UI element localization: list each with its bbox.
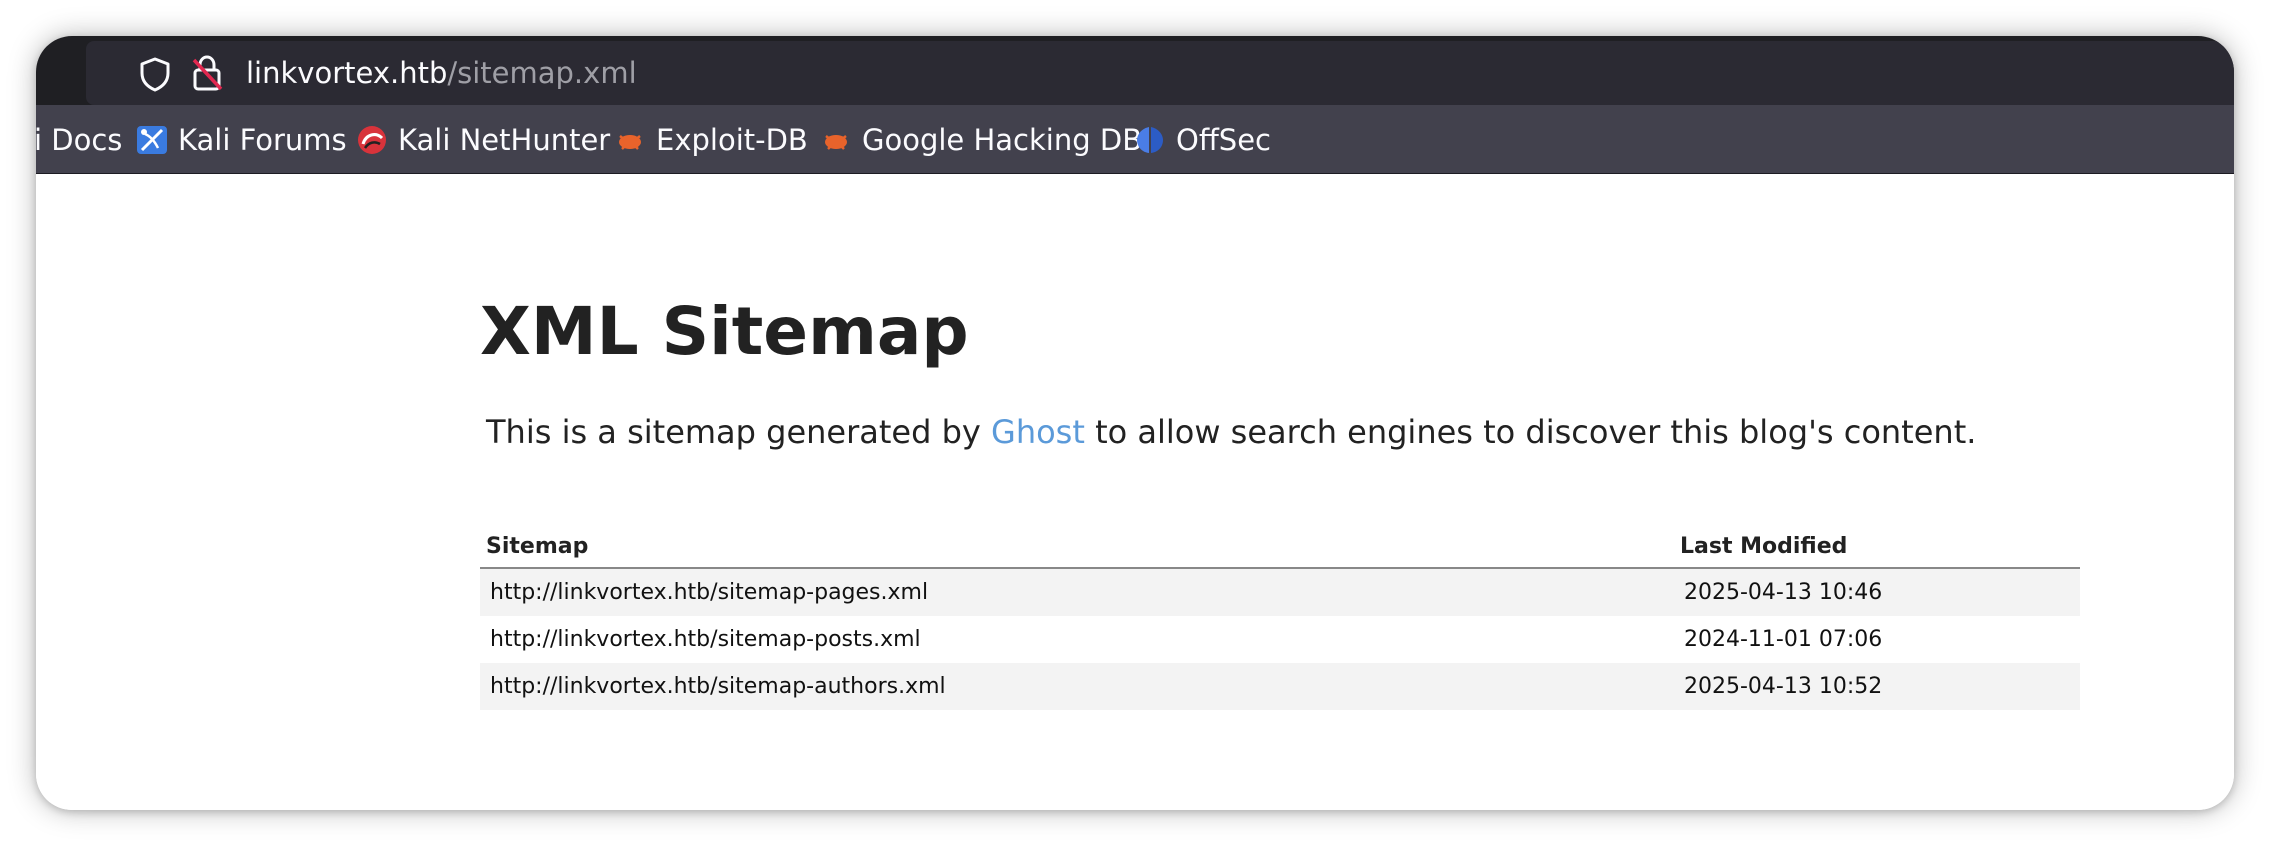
intro-text-before: This is a sitemap generated by bbox=[486, 413, 992, 451]
navigation-toolbar: linkvortex.htb/sitemap.xml bbox=[36, 36, 2234, 105]
bookmark-exploit-db[interactable]: Exploit-DB bbox=[614, 105, 808, 174]
bookmark-kali-forums[interactable]: Kali Forums bbox=[136, 105, 347, 174]
url-host: linkvortex.htb bbox=[246, 56, 448, 90]
table-header-row: Sitemap Last Modified bbox=[480, 527, 2080, 569]
bookmark-label: Kali Forums bbox=[178, 122, 347, 157]
page-title: XML Sitemap bbox=[480, 293, 969, 370]
kali-nethunter-icon bbox=[358, 125, 386, 154]
sitemap-url-cell: http://linkvortex.htb/sitemap-pages.xml bbox=[480, 568, 1674, 616]
last-modified-cell: 2024-11-01 07:06 bbox=[1674, 616, 2080, 663]
bookmark-label: i Docs bbox=[36, 122, 123, 157]
shield-icon[interactable] bbox=[138, 56, 172, 92]
bookmark-label: Google Hacking DB bbox=[862, 122, 1143, 157]
bookmark-offsec[interactable]: OffSec bbox=[1134, 105, 1271, 174]
page-content: XML Sitemap This is a sitemap generated … bbox=[36, 174, 2234, 810]
table-row: http://linkvortex.htb/sitemap-pages.xml … bbox=[480, 568, 2080, 616]
url-text[interactable]: linkvortex.htb/sitemap.xml bbox=[246, 55, 637, 91]
bookmark-google-hacking-db[interactable]: Google Hacking DB bbox=[820, 105, 1142, 174]
bookmark-label: Kali NetHunter bbox=[398, 122, 611, 157]
google-hacking-db-icon bbox=[825, 134, 847, 150]
column-header-sitemap: Sitemap bbox=[480, 527, 1674, 569]
bookmark-label: Exploit-DB bbox=[656, 122, 808, 157]
table-row: http://linkvortex.htb/sitemap-authors.xm… bbox=[480, 663, 2080, 710]
sitemap-link[interactable]: http://linkvortex.htb/sitemap-pages.xml bbox=[490, 580, 928, 605]
sitemap-link[interactable]: http://linkvortex.htb/sitemap-posts.xml bbox=[490, 627, 921, 652]
sitemap-url-cell: http://linkvortex.htb/sitemap-authors.xm… bbox=[480, 663, 1674, 710]
intro-text: This is a sitemap generated by Ghost to … bbox=[486, 412, 1976, 452]
intro-text-after: to allow search engines to discover this… bbox=[1084, 413, 1977, 451]
column-header-last-modified: Last Modified bbox=[1674, 527, 2080, 569]
sitemap-url-cell: http://linkvortex.htb/sitemap-posts.xml bbox=[480, 616, 1674, 663]
offsec-icon bbox=[1137, 126, 1163, 153]
table-row: http://linkvortex.htb/sitemap-posts.xml … bbox=[480, 616, 2080, 663]
bookmark-label: OffSec bbox=[1176, 122, 1272, 157]
exploit-db-icon bbox=[619, 134, 641, 150]
sitemap-table: Sitemap Last Modified http://linkvortex.… bbox=[480, 527, 2080, 710]
insecure-lock-icon[interactable] bbox=[191, 54, 223, 92]
url-bar[interactable]: linkvortex.htb/sitemap.xml bbox=[86, 41, 2234, 105]
browser-window: linkvortex.htb/sitemap.xml i Docs Kali F… bbox=[36, 36, 2234, 810]
sitemap-link[interactable]: http://linkvortex.htb/sitemap-authors.xm… bbox=[490, 674, 946, 699]
bookmark-kali-nethunter[interactable]: Kali NetHunter bbox=[356, 105, 610, 174]
bookmarks-toolbar: i Docs Kali Forums Kali NetHunter Exploi… bbox=[36, 105, 2234, 174]
url-path: /sitemap.xml bbox=[447, 56, 637, 90]
last-modified-cell: 2025-04-13 10:46 bbox=[1674, 568, 2080, 616]
ghost-link[interactable]: Ghost bbox=[991, 413, 1085, 451]
bookmark-kali-docs[interactable]: i Docs bbox=[36, 105, 122, 174]
last-modified-cell: 2025-04-13 10:52 bbox=[1674, 663, 2080, 710]
kali-forums-icon bbox=[137, 125, 167, 154]
